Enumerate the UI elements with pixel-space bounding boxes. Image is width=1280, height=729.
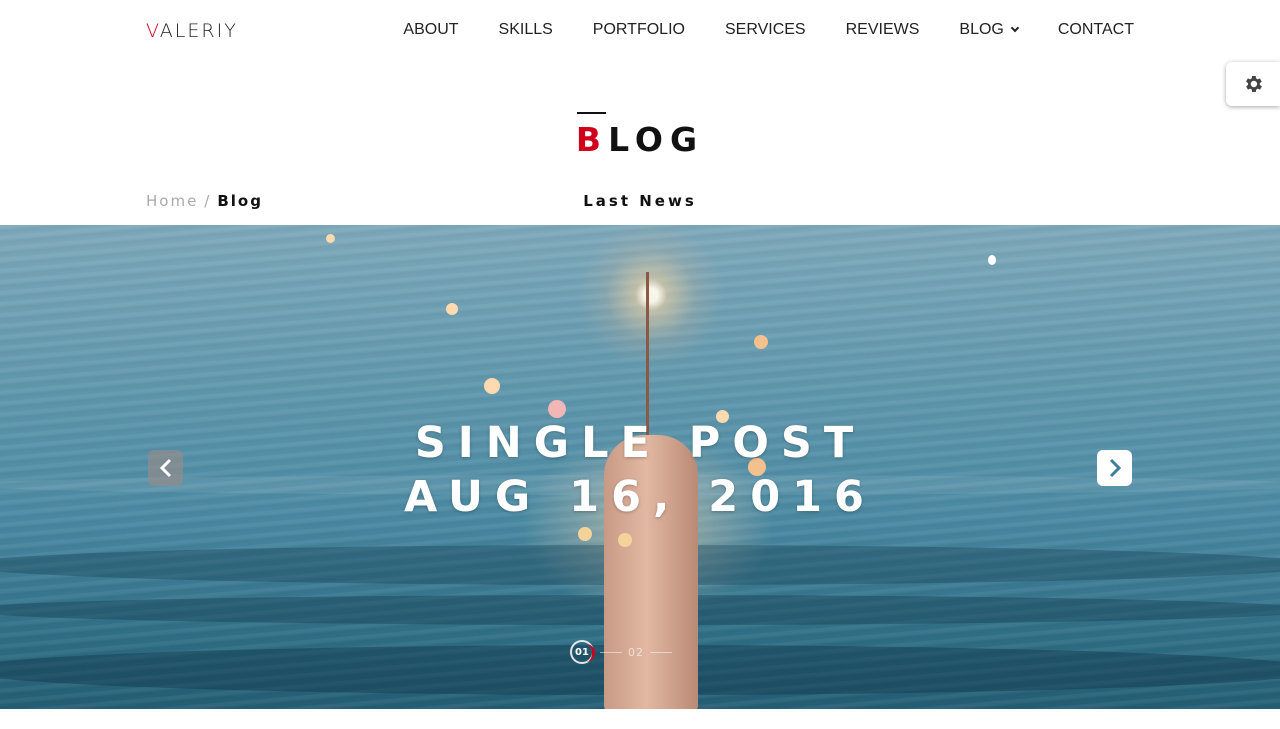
chevron-down-icon xyxy=(1010,23,1020,32)
slide-title: SINGLE POST xyxy=(414,418,866,468)
spark xyxy=(548,400,566,418)
title-text: LOG xyxy=(608,120,705,159)
spark xyxy=(754,335,768,349)
nav-item-skills[interactable]: SKILLS xyxy=(479,20,573,40)
nav-item-portfolio[interactable]: PORTFOLIO xyxy=(573,20,705,40)
spark xyxy=(618,533,632,547)
chevron-right-icon xyxy=(1109,458,1121,478)
main-nav: ABOUT SKILLS PORTFOLIO SERVICES REVIEWS … xyxy=(383,20,1134,40)
nav-label: ABOUT xyxy=(403,21,459,38)
slider-next-button[interactable] xyxy=(1097,450,1132,486)
logo-text: ALERIY xyxy=(159,20,238,42)
chevron-left-icon xyxy=(159,458,171,478)
nav-item-blog[interactable]: BLOG xyxy=(939,20,1037,40)
settings-toggle-button[interactable] xyxy=(1226,62,1280,106)
spark xyxy=(484,378,500,394)
pager-number: 01 xyxy=(575,646,589,658)
spark xyxy=(988,255,996,265)
logo-initial: V xyxy=(146,20,160,42)
hero-slider: SINGLE POST AUG 16, 2016 01 02 xyxy=(0,225,1280,709)
gear-icon xyxy=(1246,76,1262,92)
slider-prev-button[interactable] xyxy=(148,450,183,486)
nav-item-about[interactable]: ABOUT xyxy=(383,20,478,40)
slide-date: AUG 16, 2016 xyxy=(404,472,876,522)
sparkler-burst xyxy=(566,225,736,370)
spark xyxy=(578,527,592,541)
pager-divider xyxy=(650,651,672,653)
page-title: BLOG xyxy=(0,120,1280,159)
nav-item-services[interactable]: SERVICES xyxy=(705,20,826,40)
nav-label: SKILLS xyxy=(498,21,553,38)
nav-item-reviews[interactable]: REVIEWS xyxy=(826,20,940,40)
nav-label: PORTFOLIO xyxy=(592,21,685,38)
nav-label: REVIEWS xyxy=(845,21,920,38)
nav-label: SERVICES xyxy=(724,21,806,38)
page-subtitle: Last News xyxy=(583,192,697,210)
title-initial: B xyxy=(575,120,609,159)
site-logo[interactable]: VALERIY xyxy=(146,20,238,42)
spark xyxy=(326,234,335,243)
nav-label: CONTACT xyxy=(1057,21,1134,38)
pager-dot-active[interactable]: 01 xyxy=(570,640,595,664)
slider-pagination: 01 02 xyxy=(570,640,678,664)
pager-divider xyxy=(600,651,622,653)
pager-dot[interactable]: 02 xyxy=(628,646,644,659)
nav-label: BLOG xyxy=(959,21,1004,38)
spark xyxy=(446,303,458,315)
nav-item-contact[interactable]: CONTACT xyxy=(1038,20,1134,40)
title-accent-bar xyxy=(577,112,606,114)
sparkler-stick xyxy=(646,272,649,442)
